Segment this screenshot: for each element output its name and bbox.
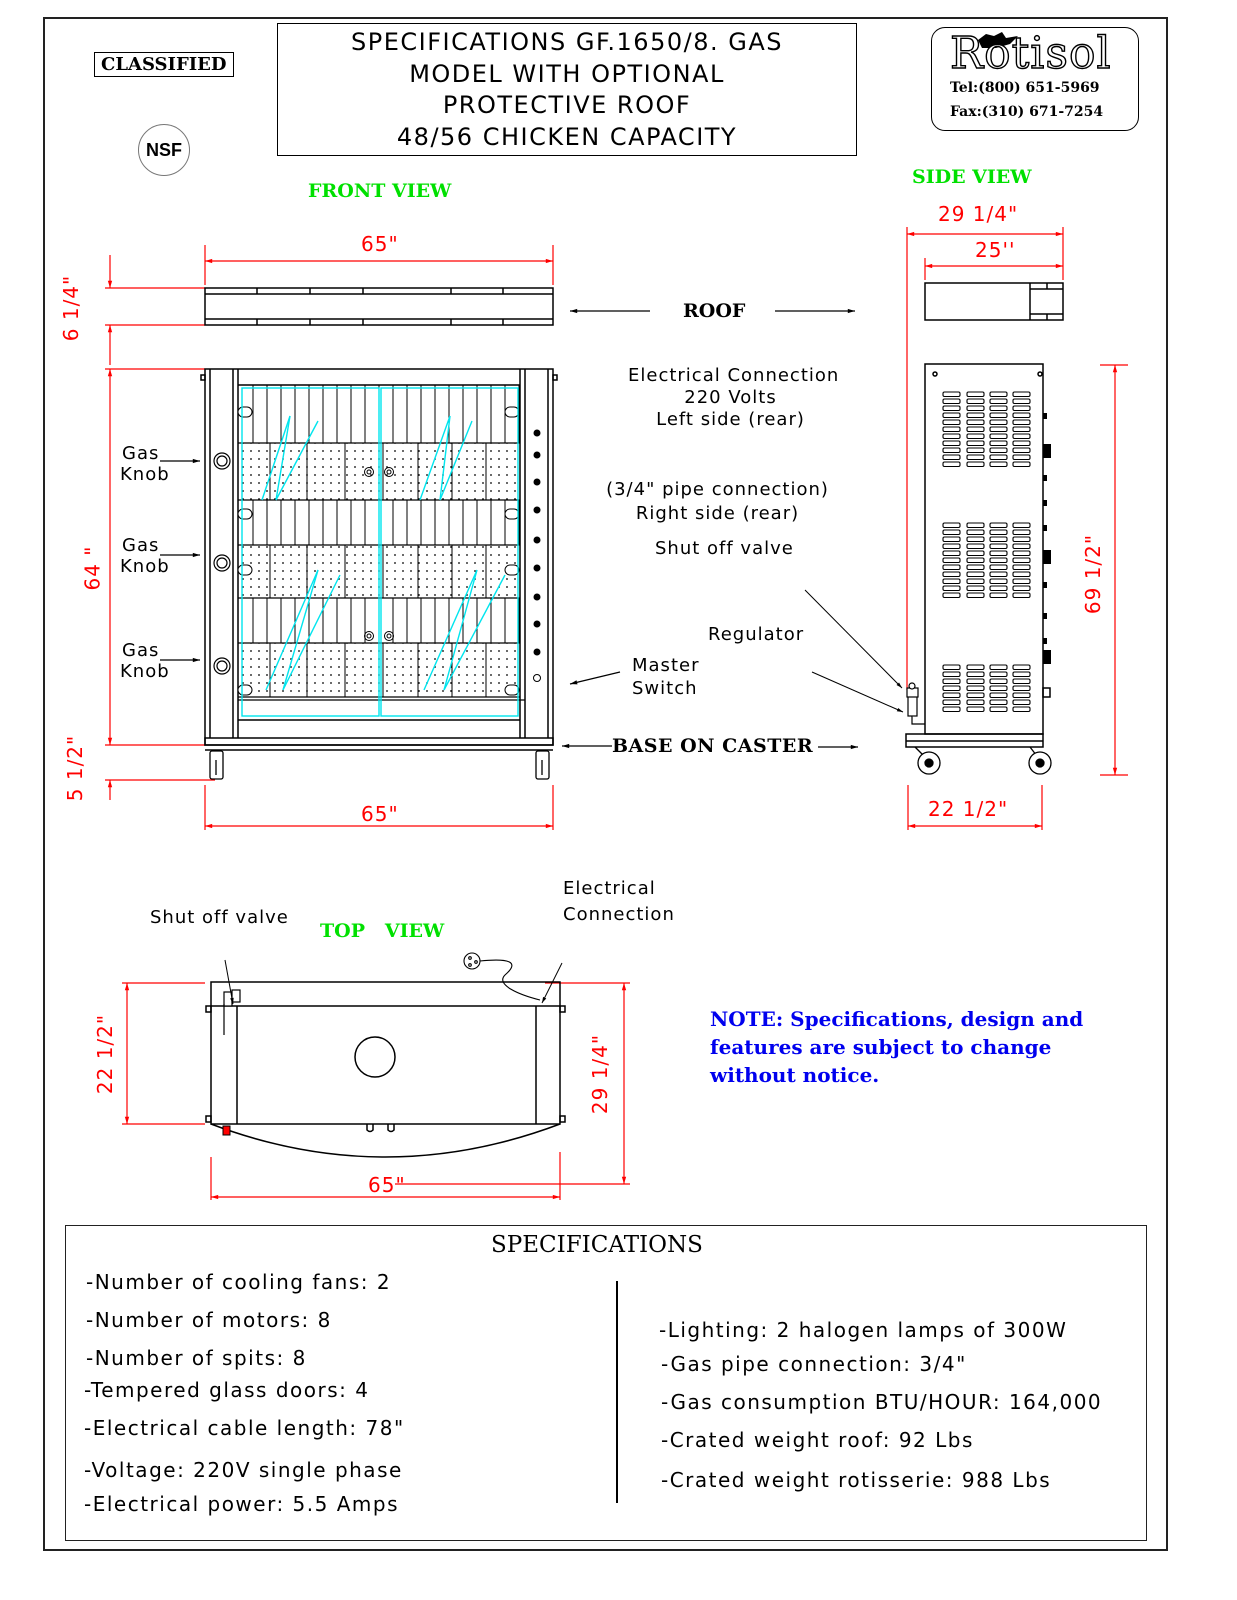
dim-side-base-depth: 22 1/2"	[928, 797, 1009, 821]
electrical-connection-note: Electrical Connection 220 Volts Left side …	[628, 365, 840, 430]
dim-top-width: 65"	[368, 1173, 406, 1197]
spec-item: -Electrical cable length: 78"	[84, 1416, 405, 1440]
dim-roof-width: 65"	[361, 232, 399, 256]
spec-item: -Gas consumption BTU/HOUR: 164,000	[661, 1390, 1103, 1414]
spec-item: -Gas pipe connection: 3/4"	[661, 1352, 967, 1376]
dim-top-right-depth: 29 1/4"	[588, 1033, 613, 1115]
front-base-height-dimension	[105, 779, 215, 800]
side-caster-icons	[914, 746, 1052, 775]
top-electrical-plug-icon	[463, 952, 541, 1001]
top-view-shape	[205, 981, 566, 1158]
specifications-box: SPECIFICATIONS -Number of cooling fans: …	[65, 1225, 1147, 1541]
top-gas-inlet-icon	[222, 1125, 231, 1136]
dim-side-overall-depth: 29 1/4"	[938, 202, 1019, 226]
front-roof-shape	[204, 287, 554, 326]
disclaimer-note: NOTE: Specifications, design and feature…	[710, 1007, 1084, 1087]
regulator-arrow	[811, 671, 904, 713]
dim-body-height: 64 "	[80, 545, 105, 591]
master-switch-label: Master Switch	[632, 655, 700, 699]
spec-item: -Number of cooling fans: 2	[86, 1270, 392, 1294]
shut-off-valve-arrow	[804, 589, 903, 689]
dim-top-left-depth: 22 1/2"	[93, 1013, 118, 1095]
master-switch-arrow	[569, 671, 621, 685]
front-caster-icons	[209, 750, 550, 780]
side-control-knobs	[1043, 413, 1051, 664]
base-on-caster-label: BASE ON CASTER	[612, 735, 814, 757]
spec-item: -Crated weight rotisserie: 988 Lbs	[661, 1468, 1052, 1492]
dim-roof-height: 6 1/4"	[59, 274, 84, 342]
spec-item: -Lighting: 2 halogen lamps of 300W	[659, 1318, 1068, 1342]
top-electrical-connection-label: Electrical Connection	[563, 878, 675, 925]
regulator-valve-icon	[906, 682, 925, 725]
regulator-label: Regulator	[708, 624, 805, 645]
gas-knob-label: Gas Knob	[120, 443, 170, 485]
shut-off-valve-label: Shut off valve	[655, 538, 794, 559]
spec-item: -Tempered glass doors: 4	[84, 1378, 370, 1402]
dim-base-width: 65"	[361, 802, 399, 826]
dim-side-roof-depth: 25''	[975, 238, 1016, 262]
side-roof-shape	[924, 282, 1064, 321]
spec-item: -Electrical power: 5.5 Amps	[84, 1492, 400, 1516]
specs-column-divider	[616, 1281, 618, 1503]
gas-knob-label: Gas Knob	[120, 535, 170, 577]
front-roof-height-dimension	[105, 255, 205, 365]
top-view-dimensions	[122, 982, 630, 1200]
gas-knob-icons	[213, 452, 231, 675]
side-vent-slots	[942, 391, 1031, 713]
top-shut-off-valve-label: Shut off valve	[150, 907, 289, 928]
dim-base-height: 5 1/2"	[63, 734, 88, 802]
specifications-title: SPECIFICATIONS	[491, 1232, 703, 1258]
spec-item: -Voltage: 220V single phase	[84, 1458, 403, 1482]
spec-item: -Number of spits: 8	[86, 1346, 307, 1370]
dim-side-height: 69 1/2"	[1081, 533, 1106, 615]
roof-label: ROOF	[683, 300, 746, 322]
gas-knob-label: Gas Knob	[120, 640, 170, 682]
spec-item: -Number of motors: 8	[86, 1308, 332, 1332]
side-depth-dimensions	[906, 227, 1128, 830]
pipe-connection-note: (3/4" pipe connection) Right side (rear)	[606, 479, 829, 524]
spec-item: -Crated weight roof: 92 Lbs	[661, 1428, 974, 1452]
motor-indicator-icons	[533, 429, 541, 682]
